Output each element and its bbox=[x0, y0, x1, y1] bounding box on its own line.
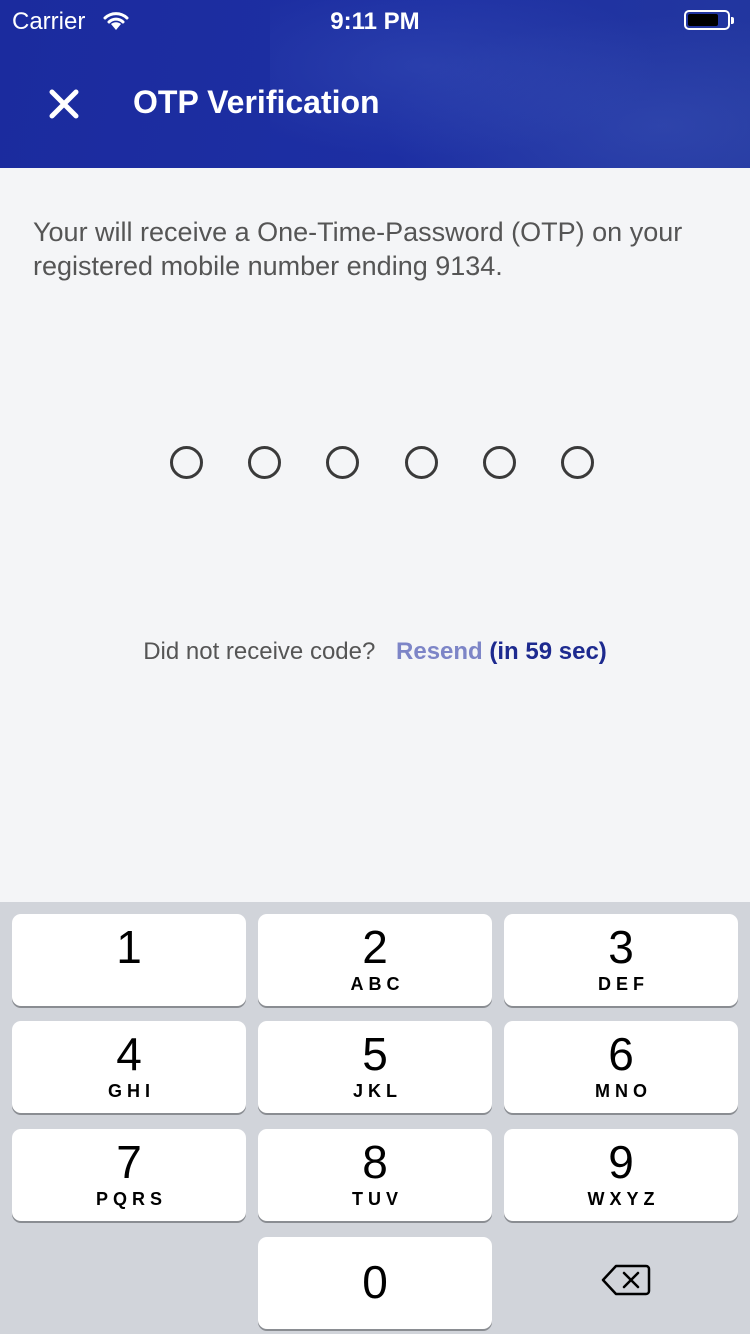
key-2[interactable]: 2 ABC bbox=[258, 914, 492, 1006]
key-letters: PQRS bbox=[95, 1189, 167, 1209]
page-title: OTP Verification bbox=[133, 84, 380, 120]
key-digit: 6 bbox=[608, 1028, 634, 1080]
key-digit: 9 bbox=[608, 1136, 634, 1188]
key-digit: 2 bbox=[362, 921, 388, 973]
otp-digit-slot bbox=[404, 446, 438, 479]
resend-button[interactable]: Resend bbox=[396, 638, 483, 665]
status-time: 9:11 PM bbox=[330, 8, 420, 35]
otp-digit-slot bbox=[248, 446, 282, 479]
key-letters: ABC bbox=[350, 974, 405, 994]
status-bar: Carrier 9:11 PM bbox=[0, 0, 750, 40]
key-6[interactable]: 6 MNO bbox=[504, 1021, 738, 1113]
key-digit: 7 bbox=[116, 1136, 142, 1188]
key-digit: 3 bbox=[608, 921, 634, 973]
key-8[interactable]: 8 TUV bbox=[258, 1129, 492, 1221]
key-7[interactable]: 7 PQRS bbox=[12, 1129, 246, 1221]
otp-input[interactable] bbox=[170, 446, 594, 480]
key-letters: MNO bbox=[595, 1081, 652, 1101]
backspace-icon bbox=[601, 1264, 651, 1296]
close-icon bbox=[49, 89, 79, 119]
key-digit: 5 bbox=[362, 1028, 388, 1080]
otp-instructions: Your will receive a One-Time-Password (O… bbox=[33, 217, 683, 281]
key-digit: 1 bbox=[116, 921, 142, 973]
key-letters: WXYZ bbox=[587, 1189, 660, 1209]
resend-timer: (in 59 sec) bbox=[489, 638, 607, 665]
otp-digit-slot bbox=[326, 446, 360, 479]
key-9[interactable]: 9 WXYZ bbox=[504, 1129, 738, 1221]
otp-digit-slot bbox=[560, 446, 594, 479]
key-0[interactable]: 0 bbox=[258, 1237, 492, 1329]
close-button[interactable] bbox=[40, 80, 88, 128]
app-header: Carrier 9:11 PM OTP Verification bbox=[0, 0, 750, 168]
resend-prompt: Did not receive code? bbox=[143, 638, 376, 665]
key-4[interactable]: 4 GHI bbox=[12, 1021, 246, 1113]
key-1[interactable]: 1 bbox=[12, 914, 246, 1006]
key-digit: 0 bbox=[362, 1256, 388, 1308]
key-digit: 4 bbox=[116, 1028, 142, 1080]
key-3[interactable]: 3 DEF bbox=[504, 914, 738, 1006]
resend-row: Did not receive code? Resend (in 59 sec) bbox=[0, 638, 750, 666]
otp-digit-slot bbox=[170, 446, 203, 479]
key-letters: GHI bbox=[107, 1081, 155, 1101]
key-letters: JKL bbox=[352, 1081, 402, 1101]
battery-icon bbox=[684, 10, 734, 30]
key-letters: DEF bbox=[598, 974, 649, 994]
otp-digit-slot bbox=[482, 446, 516, 479]
key-letters: TUV bbox=[352, 1189, 403, 1209]
key-5[interactable]: 5 JKL bbox=[258, 1021, 492, 1113]
backspace-button[interactable] bbox=[580, 1250, 672, 1310]
key-digit: 8 bbox=[362, 1136, 388, 1188]
